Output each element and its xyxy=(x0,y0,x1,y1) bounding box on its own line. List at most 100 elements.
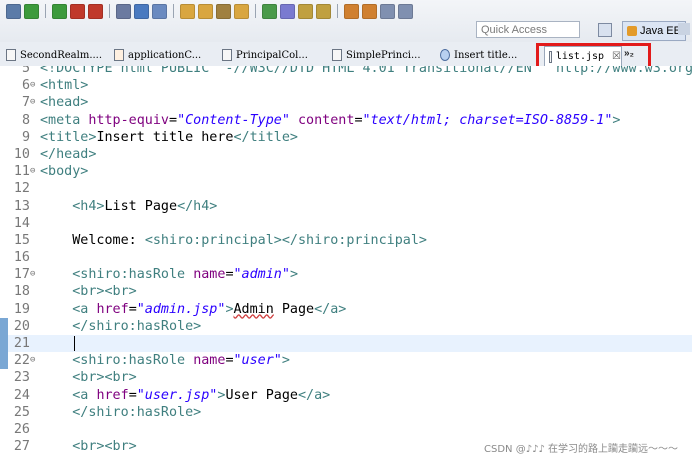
tab-principalcollection[interactable]: PrincipalCol... xyxy=(218,46,322,64)
code-text: <a href="user.jsp">User Page</a> xyxy=(40,387,330,404)
code-line[interactable]: 25 </shiro:hasRole> xyxy=(0,404,692,421)
line-number: 9 xyxy=(21,129,30,145)
code-line[interactable]: 21 xyxy=(0,335,692,353)
toolbar-button-icon[interactable] xyxy=(262,3,277,19)
open-perspective-icon[interactable] xyxy=(598,23,612,37)
code-text: <meta http-equiv="Content-Type" content=… xyxy=(40,112,620,129)
code-line[interactable]: 12 xyxy=(0,180,692,197)
tab-applicationcontext[interactable]: applicationC... xyxy=(110,46,214,64)
code-token: "user.jsp" xyxy=(136,387,218,403)
fold-toggle-icon[interactable]: ⊖ xyxy=(30,352,38,369)
code-text: Welcome: <shiro:principal></shiro:princi… xyxy=(40,232,427,249)
line-number: 18 xyxy=(13,284,30,300)
code-line[interactable]: 20 </shiro:hasRole> xyxy=(0,317,692,335)
code-line[interactable]: 11 ⊖ <body> xyxy=(0,163,692,180)
tab-secondrealm[interactable]: SecondRealm.... xyxy=(2,46,106,64)
toolbar-button-icon[interactable] xyxy=(316,3,331,19)
toolbar-button-icon[interactable] xyxy=(398,3,413,19)
toolbar-button-icon[interactable] xyxy=(6,3,21,19)
line-number: 6 xyxy=(21,78,30,94)
fold-toggle-icon[interactable]: ⊖ xyxy=(30,163,38,180)
code-line[interactable]: 24 <a href="user.jsp">User Page</a> xyxy=(0,387,692,404)
code-line[interactable]: 17 ⊖ <shiro:hasRole name="admin"> xyxy=(0,266,692,283)
line-number: 25 xyxy=(13,404,30,420)
code-line[interactable]: 22 ⊖ <shiro:hasRole name="user"> xyxy=(0,352,692,370)
code-line[interactable]: 23 <br><br> xyxy=(0,369,692,386)
tab-insert-title[interactable]: Insert title... xyxy=(436,46,536,64)
code-token: <a xyxy=(72,301,97,317)
code-token: "admin" xyxy=(233,267,290,283)
line-number: 24 xyxy=(13,387,30,403)
tab-label: SecondRealm.... xyxy=(20,49,103,61)
toolbar-button-icon[interactable] xyxy=(152,3,167,19)
code-line[interactable]: 16 xyxy=(0,249,692,266)
perspective-label: Java EE xyxy=(640,25,681,37)
code-line[interactable]: 19 <a href="admin.jsp">Admin Page</a> xyxy=(0,301,692,318)
toolbar-button-icon[interactable] xyxy=(180,3,195,19)
code-line[interactable]: 8 <meta http-equiv="Content-Type" content… xyxy=(0,112,692,129)
fold-toggle-icon[interactable]: ⊖ xyxy=(30,266,38,283)
toolbar-button-icon[interactable] xyxy=(88,3,103,19)
code-line[interactable]: 6 ⊖ <html> xyxy=(0,77,692,94)
code-line[interactable]: 13 <h4>List Page</h4> xyxy=(0,198,692,215)
toolbar-button-icon[interactable] xyxy=(280,3,295,19)
code-token: href xyxy=(96,387,129,403)
code-token: <body> xyxy=(40,164,89,180)
code-text: <shiro:hasRole name="user"> xyxy=(40,352,290,369)
line-number: 12 xyxy=(13,181,30,197)
code-token: <shiro:hasRole xyxy=(72,267,194,283)
fold-toggle-icon[interactable]: ⊖ xyxy=(30,94,38,111)
code-token: name xyxy=(193,267,226,283)
code-line[interactable]: 9 <title>Insert title here</title> xyxy=(0,129,692,146)
toolbar-separator xyxy=(255,4,256,18)
quick-access-input[interactable]: Quick Access xyxy=(476,21,580,38)
line-number: 5 xyxy=(21,66,30,76)
code-token: > xyxy=(289,267,298,283)
tab-simpleprincipal[interactable]: SimplePrinci... xyxy=(328,46,432,64)
code-editor[interactable]: 5 <!DOCTYPE html PUBLIC "-//W3C//DTD HTML… xyxy=(0,66,692,462)
code-line[interactable]: 10 </head> xyxy=(0,146,692,163)
code-token: <a xyxy=(72,387,97,403)
code-line[interactable]: 5 <!DOCTYPE html PUBLIC "-//W3C//DTD HTML… xyxy=(0,66,692,77)
toolbar-button-icon[interactable] xyxy=(198,3,213,19)
toolbar-button-icon[interactable] xyxy=(298,3,313,19)
perspective-java-ee-button[interactable]: Java EE xyxy=(622,21,686,41)
toolbar-button-icon[interactable] xyxy=(24,3,39,19)
watermark: CSDN @♪♪♪ 在学习的路上躏走躏远～～～ xyxy=(484,440,679,455)
code-token: <meta xyxy=(40,112,89,128)
code-token: = xyxy=(354,112,363,128)
line-number: 23 xyxy=(13,370,30,386)
perspective-more-icon[interactable] xyxy=(678,23,690,35)
toolbar-button-icon[interactable] xyxy=(380,3,395,19)
code-line[interactable]: 15 Welcome: <shiro:principal></shiro:pri… xyxy=(0,232,692,249)
code-line[interactable]: 14 xyxy=(0,215,692,232)
code-token: content xyxy=(289,112,355,128)
code-line[interactable]: 26 xyxy=(0,421,692,438)
toolbar-button-icon[interactable] xyxy=(362,3,377,19)
code-token: Admin xyxy=(233,301,274,317)
toolbar-button-icon[interactable] xyxy=(134,3,149,19)
code-line[interactable]: 7 ⊖ <head> xyxy=(0,94,692,111)
code-token: = xyxy=(128,301,137,317)
toolbar-separator xyxy=(173,4,174,18)
fold-toggle-icon[interactable]: ⊖ xyxy=(30,77,38,94)
toolbar-button-icon[interactable] xyxy=(344,3,359,19)
code-token: </shiro:hasRole> xyxy=(72,318,202,334)
toolbar-button-icon[interactable] xyxy=(116,3,131,19)
line-number: 11 xyxy=(13,164,30,180)
java-file-icon xyxy=(222,49,232,61)
code-token: </a> xyxy=(314,301,347,317)
code-line[interactable]: 18 <br><br> xyxy=(0,283,692,300)
toolbar-button-icon[interactable] xyxy=(70,3,85,19)
code-token: Welcome: xyxy=(40,232,145,248)
toolbar-button-icon[interactable] xyxy=(234,3,249,19)
java-file-icon xyxy=(6,49,16,61)
code-token: <title> xyxy=(40,129,97,145)
toolbar-separator xyxy=(109,4,110,18)
toolbar-button-icon[interactable] xyxy=(216,3,231,19)
toolbar-button-icon[interactable] xyxy=(52,3,67,19)
